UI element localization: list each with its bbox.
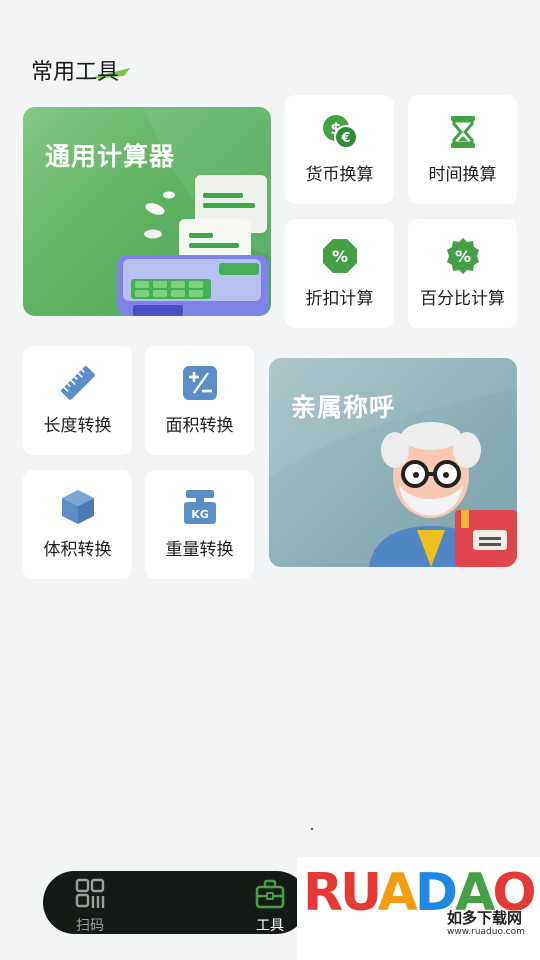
percent-badge-icon: % [446, 238, 479, 274]
section-title: 常用工具 [31, 60, 120, 85]
scan-qr-icon [75, 878, 105, 908]
weight-conversion-label: 重量转换 [165, 540, 234, 560]
weight-kg-icon: KG [183, 490, 216, 524]
discount-tag-icon: % [322, 239, 357, 273]
length-conversion-tile[interactable]: 长度转换 [23, 346, 132, 455]
svg-text:%: % [454, 247, 470, 266]
kinship-terms-label: 亲属称呼 [291, 393, 396, 422]
discount-calculation-label: 折扣计算 [305, 289, 374, 309]
cube-icon [61, 490, 94, 524]
tab-scan-label: 扫码 [76, 918, 104, 934]
tab-tools[interactable]: 工具 [240, 871, 300, 934]
length-conversion-label: 长度转换 [43, 416, 112, 436]
watermark-subtitle: 如多下载网 [447, 909, 523, 927]
volume-conversion-label: 体积转换 [43, 540, 112, 560]
time-conversion-tile[interactable]: 时间换算 [408, 95, 517, 204]
area-conversion-label: 面积转换 [165, 416, 234, 436]
general-calculator-card[interactable]: 通用计算器 [23, 107, 271, 316]
watermark-logo: RUADAO 如多下载网 www.ruaduo.com [297, 857, 540, 960]
kinship-terms-card[interactable]: 亲属称呼 [269, 358, 517, 567]
stray-dot [311, 828, 313, 830]
toolbox-icon [255, 879, 285, 909]
weight-conversion-tile[interactable]: KG 重量转换 [145, 470, 254, 579]
svg-text:%: % [331, 247, 347, 266]
plus-minus-icon [182, 366, 217, 400]
percentage-calculation-tile[interactable]: % 百分比计算 [408, 219, 517, 328]
svg-text:€: € [340, 131, 350, 146]
tab-tools-label: 工具 [256, 918, 284, 934]
volume-conversion-tile[interactable]: 体积转换 [23, 470, 132, 579]
general-calculator-label: 通用计算器 [45, 142, 176, 171]
currency-conversion-tile[interactable]: $ € 货币换算 [285, 95, 394, 204]
weight-icon-text: KG [191, 508, 209, 521]
discount-calculation-tile[interactable]: % 折扣计算 [285, 219, 394, 328]
area-conversion-tile[interactable]: 面积转换 [145, 346, 254, 455]
currency-conversion-label: 货币换算 [305, 165, 374, 185]
hourglass-icon [450, 116, 475, 148]
currency-exchange-icon: $ € [322, 115, 358, 149]
time-conversion-label: 时间换算 [428, 165, 497, 185]
watermark-url: www.ruaduo.com [447, 927, 525, 937]
percentage-calculation-label: 百分比计算 [420, 289, 505, 309]
tab-scan[interactable]: 扫码 [60, 871, 120, 934]
bottom-tab-bar: 扫码 工具 [43, 871, 308, 934]
ruler-icon [60, 366, 95, 400]
